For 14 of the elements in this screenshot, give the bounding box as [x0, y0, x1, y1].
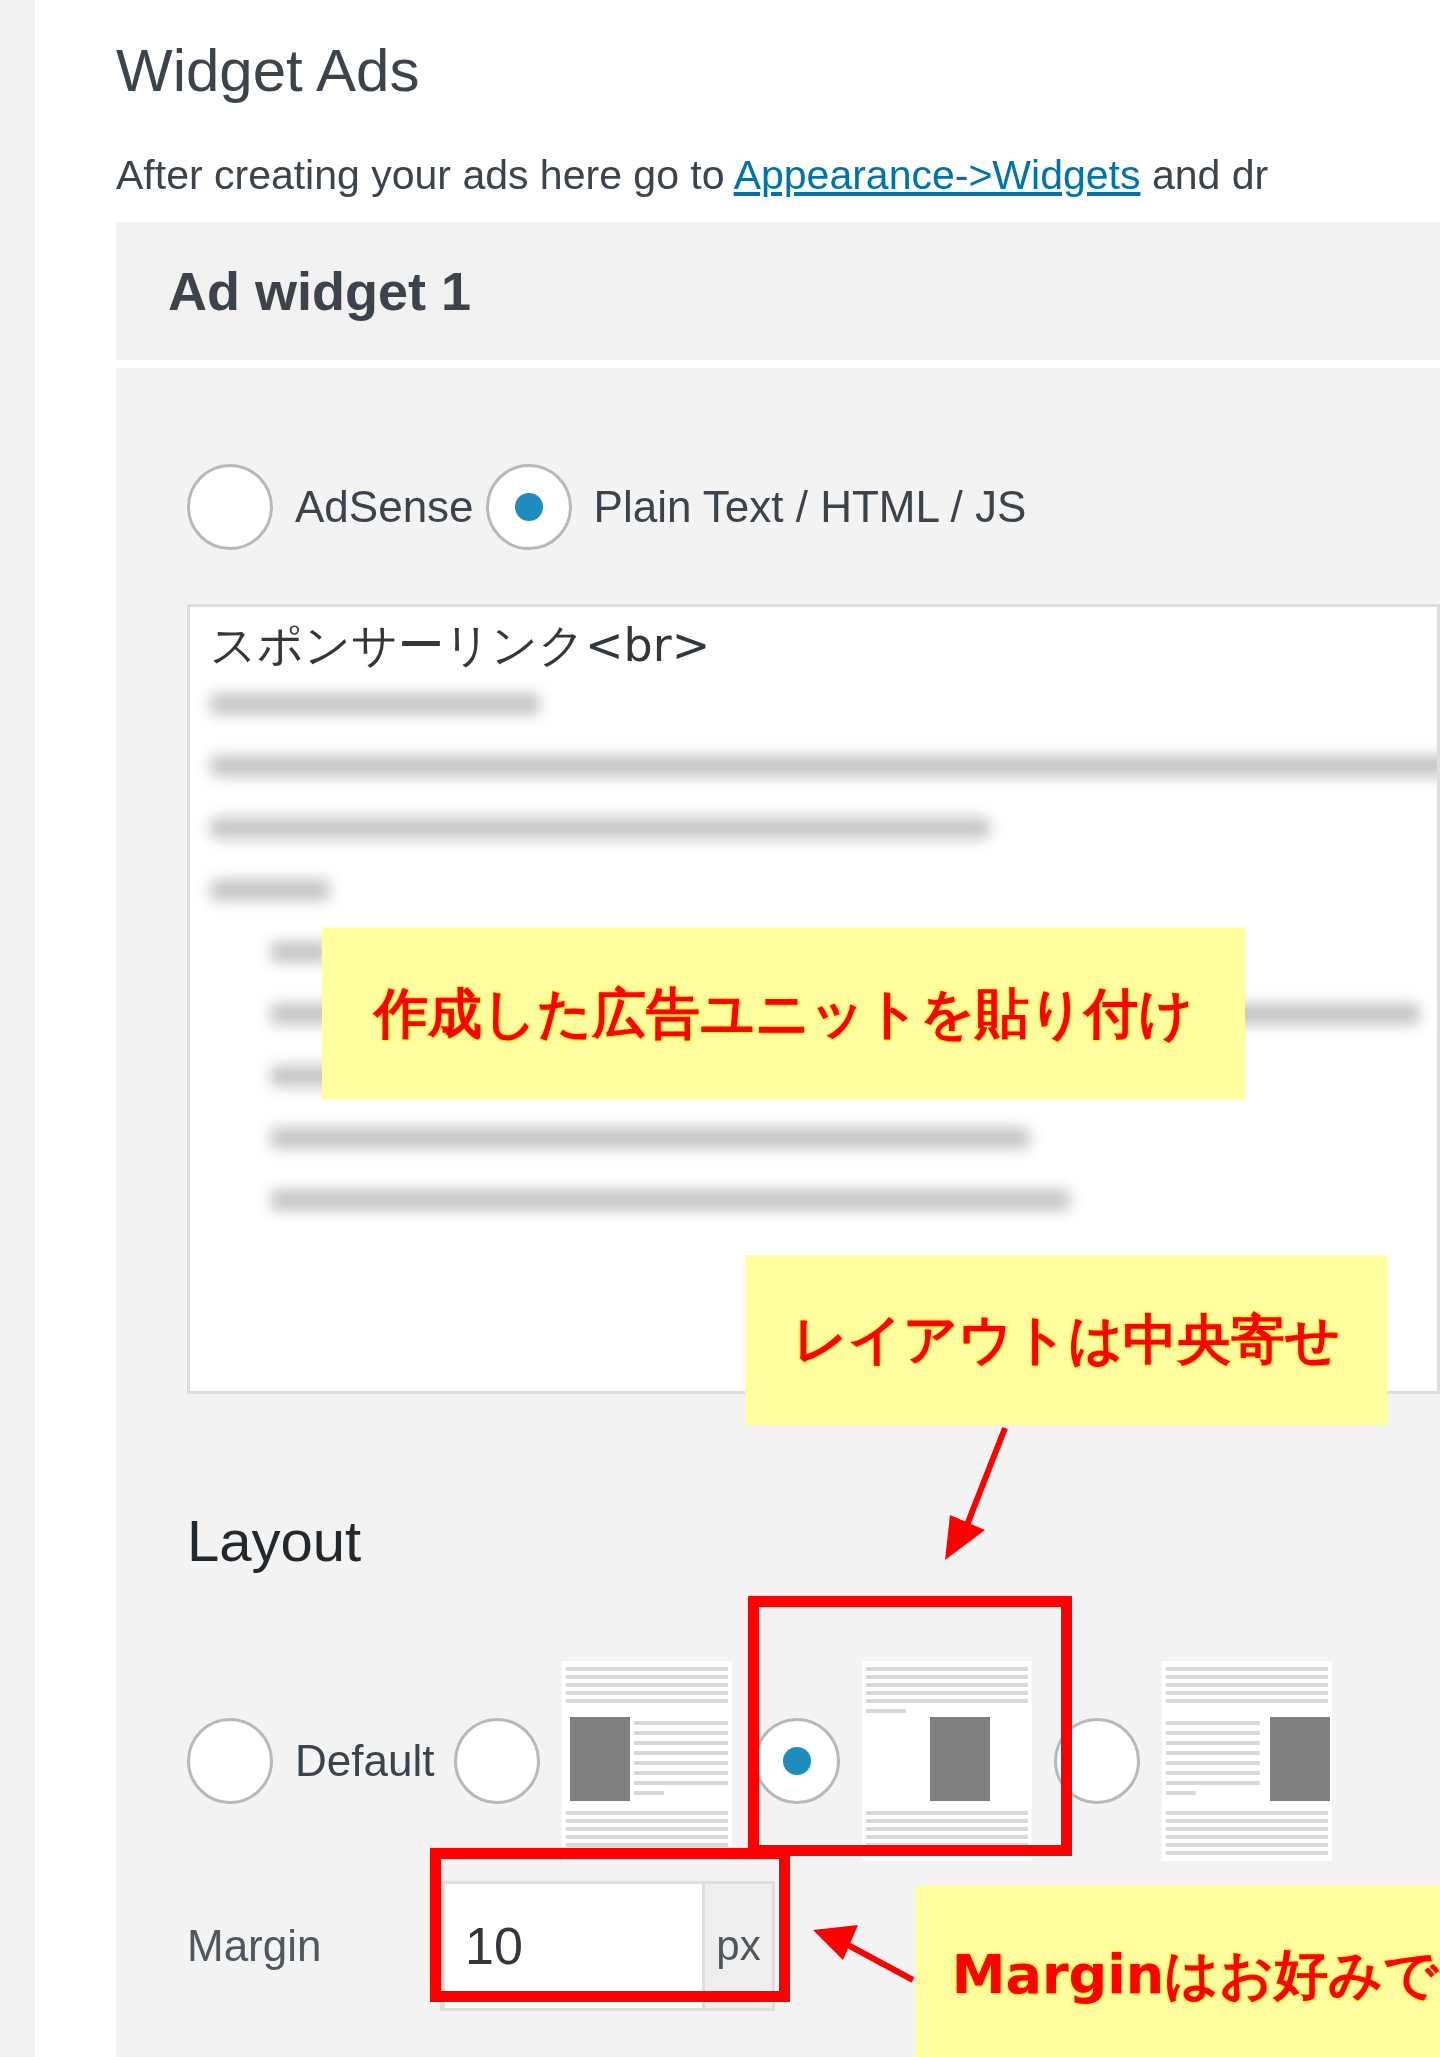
radio-label[interactable]: Plain Text / HTML / JS: [593, 482, 1027, 532]
layout-heading: Layout: [187, 1507, 363, 1575]
radio-label[interactable]: Default: [295, 1736, 435, 1786]
callout-note: 作成した広告ユニットを貼り付け: [322, 928, 1245, 1100]
margin-label: Margin: [187, 1921, 323, 1971]
intro-text: After creating your ads here go to Appearance->Widgets and dr: [116, 151, 1270, 200]
callout-note: レイアウトは中央寄せ: [745, 1255, 1387, 1425]
unit-label: px: [705, 1881, 775, 2011]
callout-note: Marginはお好みで: [915, 1885, 1440, 2057]
widget-title: Ad widget 1: [168, 260, 471, 322]
page-title: Widget Ads: [116, 36, 421, 106]
radio-label[interactable]: AdSense: [295, 482, 474, 532]
margin-input[interactable]: 10: [440, 1881, 705, 2011]
appearance-widgets-link[interactable]: Appearance->Widgets: [733, 152, 1141, 198]
